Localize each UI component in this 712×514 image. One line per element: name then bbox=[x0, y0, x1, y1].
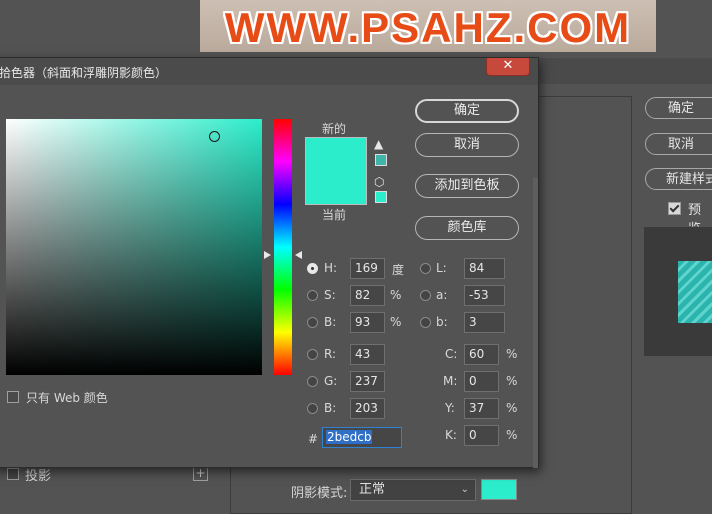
current-color-label: 当前 bbox=[322, 208, 347, 222]
cancel-button[interactable]: 取消 bbox=[415, 133, 519, 157]
y-unit: % bbox=[506, 401, 518, 415]
web-safe-cube-icon[interactable]: ⬡ bbox=[374, 175, 384, 189]
r-input[interactable]: 43 bbox=[350, 344, 385, 365]
m-input[interactable]: 0 bbox=[464, 371, 499, 392]
web-colors-only-checkbox[interactable] bbox=[7, 391, 19, 403]
y-label: Y: bbox=[445, 401, 455, 415]
a-input[interactable]: -53 bbox=[464, 285, 505, 306]
new-color-swatch bbox=[305, 137, 367, 172]
brightness-unit: % bbox=[390, 315, 402, 329]
radio-a[interactable] bbox=[420, 290, 431, 301]
s-unit: % bbox=[390, 288, 402, 302]
s-label: S: bbox=[324, 288, 336, 302]
radio-lab-b[interactable] bbox=[420, 317, 431, 328]
g-input[interactable]: 237 bbox=[350, 371, 385, 392]
color-picker-dialog: 拾色器（斜面和浮雕阴影颜色） ✕ 新的 当前 ▲ ⬡ 确定 取消 添加到色板 颜… bbox=[0, 57, 539, 468]
current-color-swatch[interactable] bbox=[305, 171, 367, 205]
h-label: H: bbox=[324, 261, 338, 275]
plus-icon[interactable]: + bbox=[193, 466, 208, 481]
c-input[interactable]: 60 bbox=[464, 344, 499, 365]
saturation-brightness-field[interactable] bbox=[6, 119, 262, 375]
hex-value: 2bedcb bbox=[326, 430, 373, 444]
l-label: L: bbox=[436, 261, 447, 275]
radio-r[interactable] bbox=[307, 349, 318, 360]
radio-brightness[interactable] bbox=[307, 317, 318, 328]
m-unit: % bbox=[506, 374, 518, 388]
k-unit: % bbox=[506, 428, 518, 442]
g-label: G: bbox=[324, 374, 338, 388]
brightness-input[interactable]: 93 bbox=[350, 312, 385, 333]
radio-s[interactable] bbox=[307, 290, 318, 301]
web-safe-swatch[interactable] bbox=[375, 191, 387, 203]
brightness-label: B: bbox=[324, 315, 337, 329]
hex-label: # bbox=[308, 432, 319, 446]
radio-g[interactable] bbox=[307, 376, 318, 387]
radio-blue[interactable] bbox=[307, 403, 318, 414]
close-button[interactable]: ✕ bbox=[486, 58, 530, 76]
a-label: a: bbox=[436, 288, 448, 302]
y-input[interactable]: 37 bbox=[464, 398, 499, 419]
picker-titlebar[interactable]: 拾色器（斜面和浮雕阴影颜色） ✕ bbox=[0, 58, 538, 85]
shadow-mode-select[interactable]: 正常 ⌄ bbox=[350, 479, 476, 501]
dialog-scrollbar[interactable] bbox=[533, 178, 538, 468]
chevron-down-icon: ⌄ bbox=[460, 484, 469, 495]
new-style-button[interactable]: 新建样式 bbox=[645, 168, 712, 190]
close-icon: ✕ bbox=[502, 58, 514, 73]
hue-slider-left-arrow-icon[interactable] bbox=[264, 251, 271, 259]
drop-shadow-checkbox[interactable] bbox=[7, 468, 19, 480]
lab-b-label: b: bbox=[436, 315, 448, 329]
layer-style-titlebar bbox=[536, 58, 712, 84]
gamut-warning-swatch[interactable] bbox=[375, 154, 387, 166]
picker-title: 拾色器（斜面和浮雕阴影颜色） bbox=[0, 66, 168, 80]
gamut-warning-icon[interactable]: ▲ bbox=[374, 137, 383, 151]
blue-label: B: bbox=[324, 401, 337, 415]
c-unit: % bbox=[506, 347, 518, 361]
k-label: K: bbox=[445, 428, 457, 442]
shadow-mode-value: 正常 bbox=[359, 482, 386, 497]
new-color-label: 新的 bbox=[322, 122, 347, 136]
radio-l[interactable] bbox=[420, 263, 431, 274]
r-label: R: bbox=[324, 347, 337, 361]
m-label: M: bbox=[443, 374, 458, 388]
shadow-mode-label: 阴影模式: bbox=[291, 486, 348, 501]
shadow-color-swatch[interactable] bbox=[481, 479, 517, 500]
watermark-banner: WWW.PSAHZ.COM bbox=[200, 0, 656, 52]
color-field-cursor[interactable] bbox=[209, 131, 220, 142]
hue-slider[interactable] bbox=[274, 119, 292, 375]
style-preview-swatch bbox=[678, 261, 712, 323]
hex-input[interactable]: 2bedcb bbox=[322, 427, 402, 448]
lab-b-input[interactable]: 3 bbox=[464, 312, 505, 333]
color-libraries-button[interactable]: 颜色库 bbox=[415, 216, 519, 240]
hue-slider-right-arrow-icon[interactable] bbox=[295, 251, 302, 259]
l-input[interactable]: 84 bbox=[464, 258, 505, 279]
web-colors-only-label[interactable]: 只有 Web 颜色 bbox=[26, 389, 108, 406]
preview-checkbox[interactable] bbox=[668, 202, 681, 215]
radio-h[interactable] bbox=[307, 263, 318, 274]
s-input[interactable]: 82 bbox=[350, 285, 385, 306]
watermark-text: WWW.PSAHZ.COM bbox=[224, 4, 632, 51]
layer-style-cancel-button[interactable]: 取消 bbox=[645, 133, 712, 155]
add-to-swatches-button[interactable]: 添加到色板 bbox=[415, 174, 519, 198]
h-input[interactable]: 169 bbox=[350, 258, 385, 279]
h-unit: 度 bbox=[392, 263, 405, 277]
layer-style-ok-button[interactable]: 确定 bbox=[645, 97, 712, 119]
blue-input[interactable]: 203 bbox=[350, 398, 385, 419]
c-label: C: bbox=[445, 347, 458, 361]
k-input[interactable]: 0 bbox=[464, 425, 499, 446]
ok-button[interactable]: 确定 bbox=[415, 99, 519, 123]
